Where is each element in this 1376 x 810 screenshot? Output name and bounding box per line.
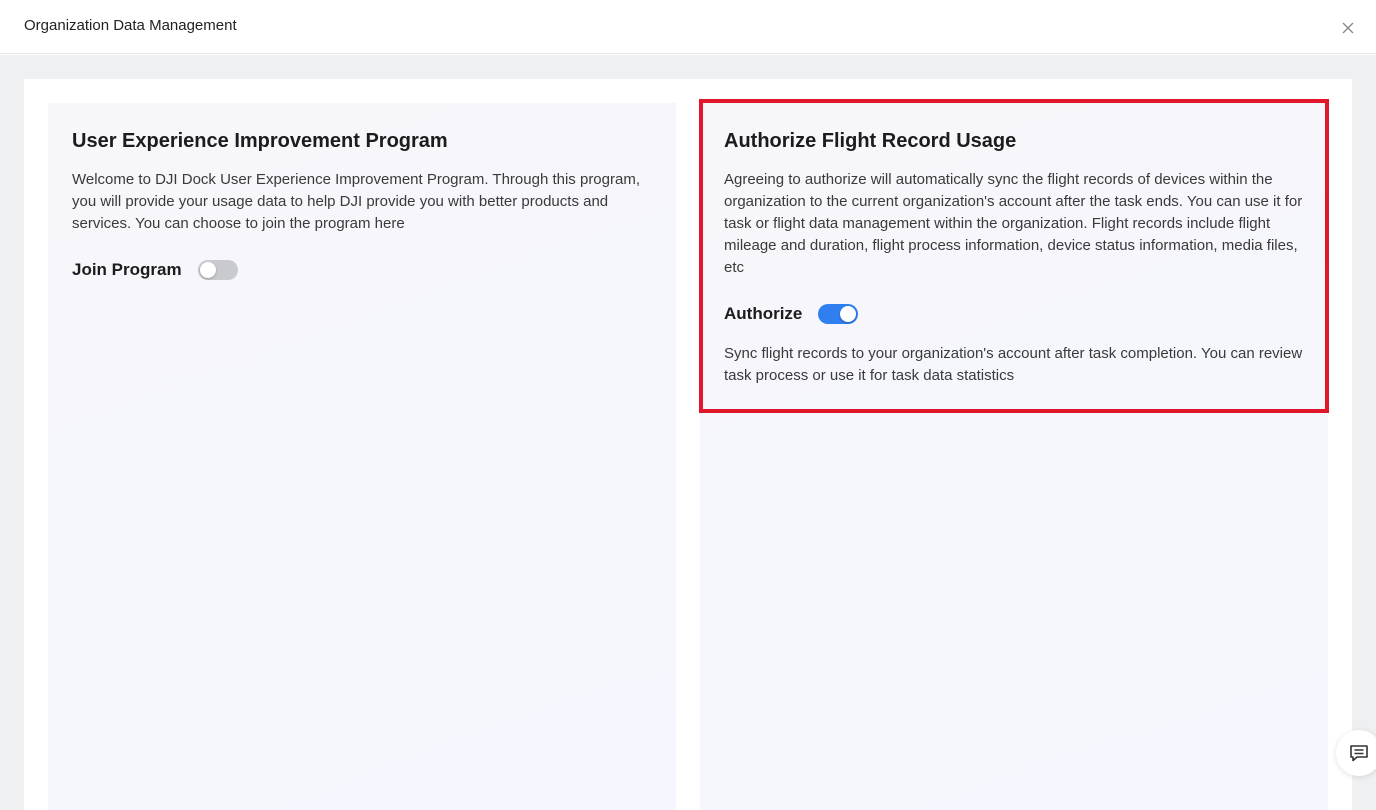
authorize-row: Authorize	[724, 304, 859, 324]
toggle-knob	[840, 306, 857, 322]
join-program-label: Join Program	[72, 260, 182, 279]
toggle-knob	[199, 262, 216, 278]
chat-feedback-icon	[1350, 745, 1368, 762]
ux-program-description: Welcome to DJI Dock User Experience Impr…	[72, 171, 640, 232]
dialog-header: Organization Data Management	[0, 0, 1376, 54]
ux-program-title: User Experience Improvement Program	[72, 130, 448, 152]
join-program-toggle[interactable]	[197, 260, 238, 280]
authorize-label: Authorize	[724, 304, 803, 323]
authorize-toggle[interactable]	[818, 304, 859, 324]
flight-record-title: Authorize Flight Record Usage	[724, 130, 1017, 152]
flight-record-panel: Authorize Flight Record Usage Agreeing t…	[700, 103, 1328, 810]
authorize-note: Sync flight records to your organization…	[724, 345, 1303, 384]
close-icon[interactable]	[1338, 18, 1358, 38]
feedback-button[interactable]	[1336, 730, 1376, 776]
dialog-title: Organization Data Management	[24, 17, 237, 34]
ux-program-panel: User Experience Improvement Program Welc…	[48, 103, 676, 810]
flight-record-description: Agreeing to authorize will automatically…	[724, 171, 1303, 276]
join-program-row: Join Program	[72, 260, 238, 280]
